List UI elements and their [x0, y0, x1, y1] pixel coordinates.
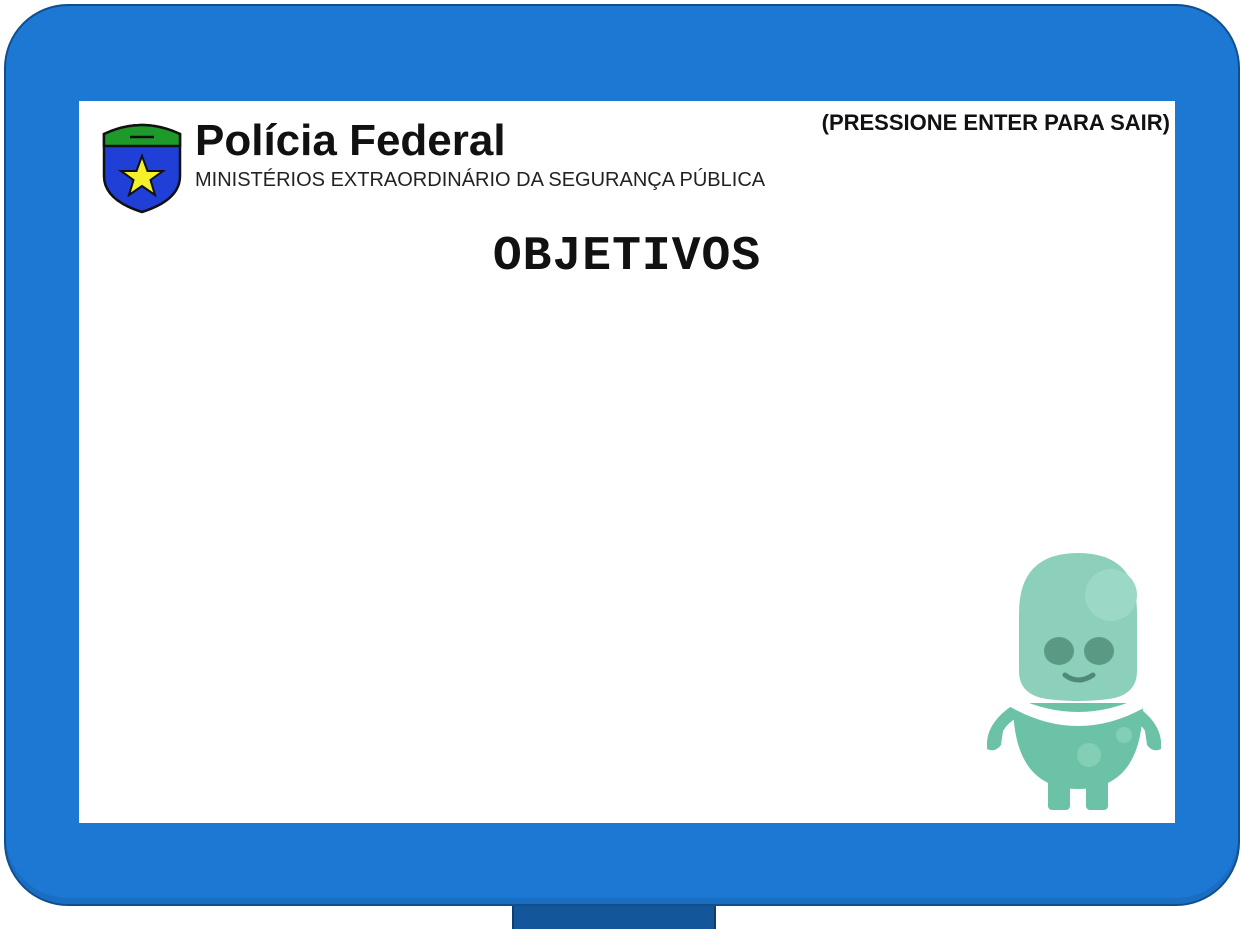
page-subtitle: MINISTÉRIOS EXTRAORDINÁRIO DA SEGURANÇA … [195, 169, 766, 191]
monitor-frame: Polícia Federal MINISTÉRIOS EXTRAORDINÁR… [4, 4, 1240, 906]
exit-hint: (PRESSIONE ENTER PARA SAIR) [821, 110, 1170, 135]
screen: Polícia Federal MINISTÉRIOS EXTRAORDINÁR… [79, 101, 1175, 823]
alien-mascot-icon[interactable] [979, 553, 1169, 811]
page-title: Polícia Federal [195, 116, 506, 165]
police-badge-icon [102, 123, 182, 214]
section-heading: OBJETIVOS [492, 230, 762, 284]
